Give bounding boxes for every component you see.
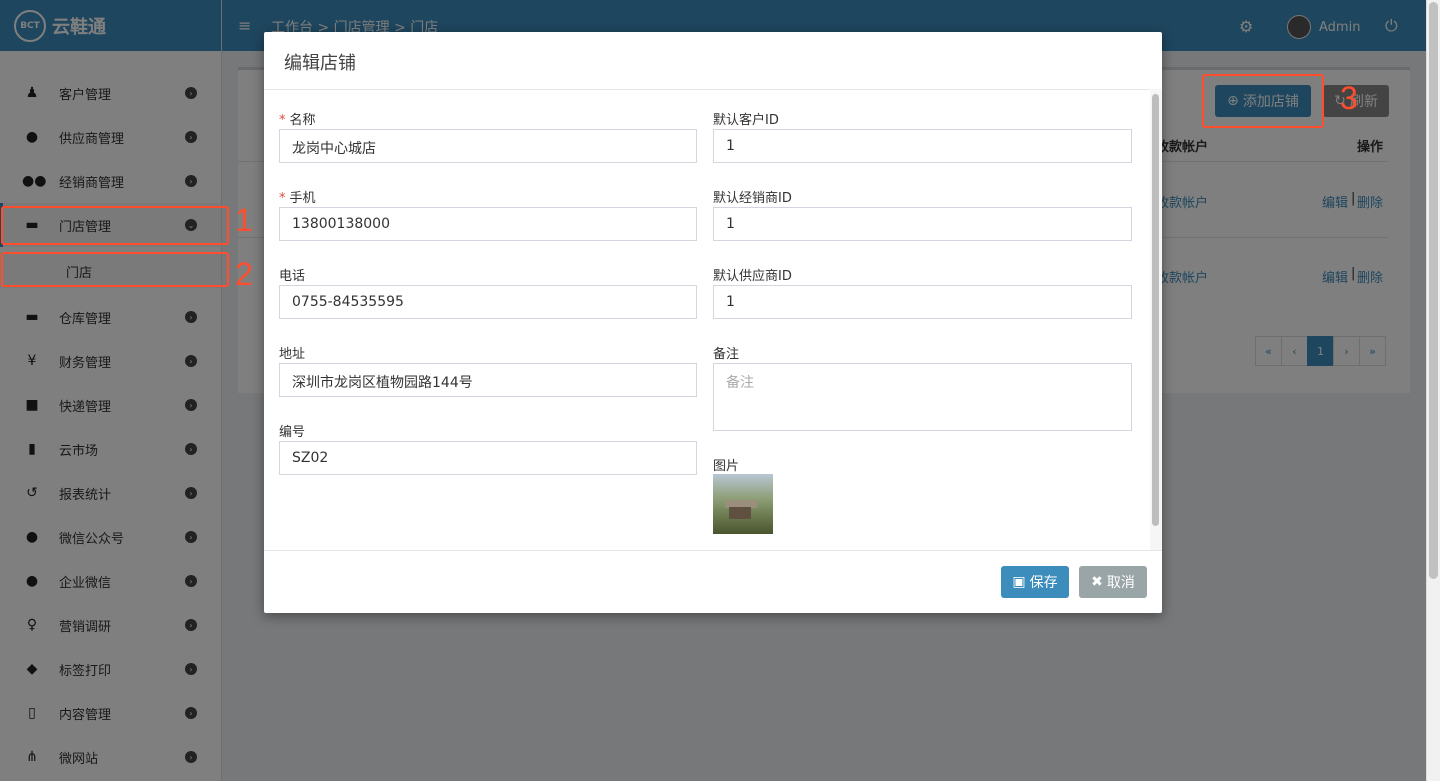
annotation-box-3 [1202, 74, 1324, 128]
store-image[interactable] [713, 474, 773, 534]
phone-label-text: 手机 [289, 191, 316, 206]
divider [264, 550, 1162, 551]
edit-store-dialog: 编辑店铺 * 名称 龙岗中心城店 * 手机 13800138000 电话 0755-… [264, 32, 1162, 613]
image-label: 图片 [713, 459, 740, 474]
required-mark: * [279, 113, 286, 128]
annotation-number-3: 3 [1340, 80, 1358, 116]
annotation-box-2 [1, 252, 229, 287]
annotation-number-2: 2 [235, 256, 253, 292]
customer-id-field[interactable]: 1 [713, 129, 1132, 163]
remark-label: 备注 [713, 347, 740, 362]
required-mark: * [279, 191, 286, 206]
name-label: * 名称 [279, 109, 316, 128]
image-hut [729, 507, 751, 519]
code-field[interactable]: SZ02 [279, 441, 697, 475]
dialog-body: * 名称 龙岗中心城店 * 手机 13800138000 电话 0755-84535… [264, 89, 1162, 550]
dealer-id-label: 默认经销商ID [713, 191, 792, 206]
dialog-scrollbar-thumb[interactable] [1152, 94, 1159, 526]
supplier-id-label: 默认供应商ID [713, 269, 792, 284]
address-field[interactable]: 深圳市龙岗区植物园路144号 [279, 363, 697, 397]
code-label: 编号 [279, 425, 306, 440]
tel-label: 电话 [279, 269, 306, 284]
cancel-button[interactable]: ✖ 取消 [1079, 566, 1147, 598]
phone-field[interactable]: 13800138000 [279, 207, 697, 241]
dialog-title: 编辑店铺 [284, 53, 356, 74]
supplier-id-field[interactable]: 1 [713, 285, 1132, 319]
customer-id-label: 默认客户ID [713, 113, 779, 128]
remark-textarea[interactable]: 备注 [713, 363, 1132, 431]
name-field[interactable]: 龙岗中心城店 [279, 129, 697, 163]
save-button[interactable]: ▣ 保存 [1001, 566, 1069, 598]
scrollbar-thumb[interactable] [1429, 2, 1438, 579]
dealer-id-field[interactable]: 1 [713, 207, 1132, 241]
phone-label: * 手机 [279, 187, 316, 206]
dialog-scrollbar[interactable] [1150, 89, 1162, 550]
save-icon: ▣ [1012, 574, 1026, 590]
address-label: 地址 [279, 347, 306, 362]
tel-field[interactable]: 0755-84535595 [279, 285, 697, 319]
annotation-box-1 [1, 206, 229, 245]
save-button-label: 保存 [1029, 575, 1058, 591]
cancel-button-label: 取消 [1106, 575, 1135, 591]
page-scrollbar[interactable] [1426, 0, 1440, 781]
close-icon: ✖ [1091, 574, 1103, 590]
name-label-text: 名称 [289, 113, 316, 128]
annotation-number-1: 1 [235, 202, 253, 238]
